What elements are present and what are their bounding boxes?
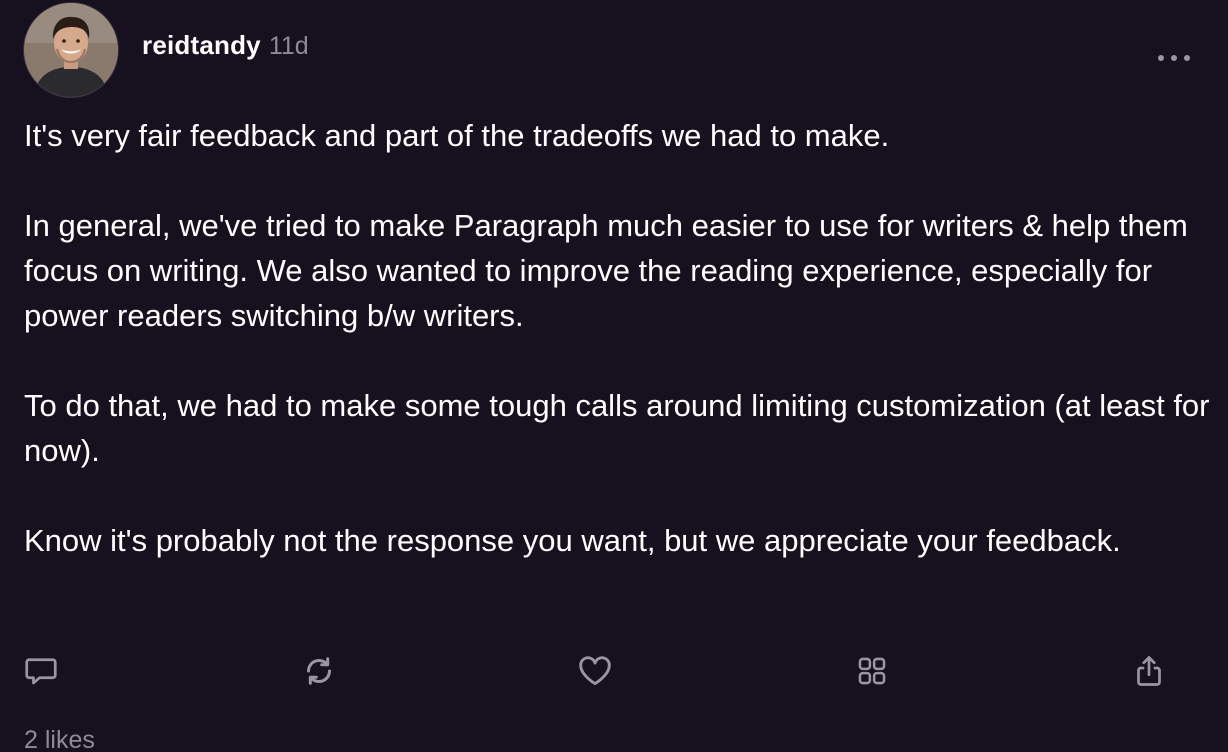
likes-count[interactable]: 2 likes: [24, 726, 95, 752]
post-paragraph: It's very fair feedback and part of the …: [24, 118, 890, 153]
reply-button[interactable]: [21, 651, 61, 691]
share-icon: [1137, 656, 1161, 686]
post-paragraph: Know it's probably not the response you …: [24, 523, 1121, 558]
post-paragraph: To do that, we had to make some tough ca…: [24, 388, 1210, 468]
recast-button[interactable]: [299, 651, 339, 691]
share-button[interactable]: [1129, 651, 1169, 691]
author-avatar[interactable]: [24, 3, 118, 97]
post-card: reidtandy 11d It's very fair feedback an…: [0, 0, 1228, 752]
post-timestamp[interactable]: 11d: [269, 32, 309, 61]
comment-icon: [25, 658, 57, 685]
refresh-icon: [306, 657, 332, 685]
post-body: It's very fair feedback and part of the …: [24, 113, 1214, 563]
heart-icon: [579, 656, 611, 686]
more-options-button[interactable]: [1154, 44, 1194, 72]
avatar-photo-icon: [24, 3, 118, 97]
collect-button[interactable]: [852, 651, 892, 691]
like-button[interactable]: [575, 651, 615, 691]
author-username[interactable]: reidtandy: [142, 30, 261, 61]
more-horizontal-icon: [1158, 55, 1190, 61]
post-actions: [0, 651, 1228, 691]
post-paragraph: In general, we've tried to make Paragrap…: [24, 208, 1188, 333]
grid-icon: [858, 657, 886, 685]
post-header: reidtandy 11d: [142, 30, 309, 70]
